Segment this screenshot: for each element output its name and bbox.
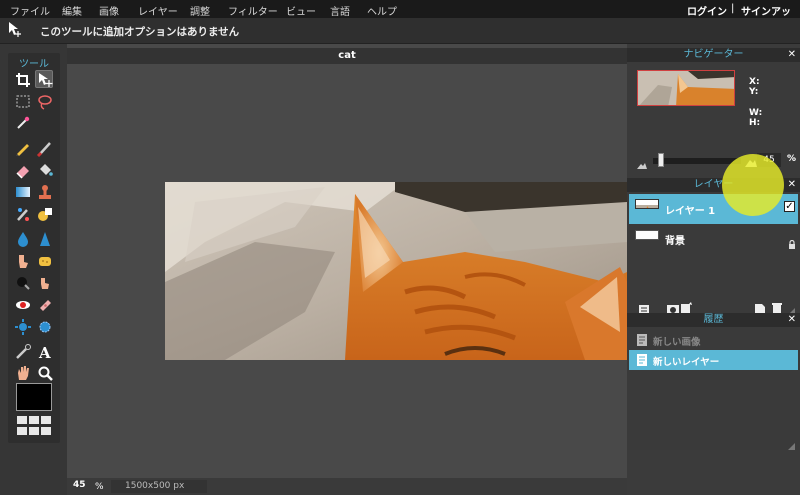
smudge-icon[interactable]: [14, 252, 32, 270]
red-eye-icon[interactable]: [14, 296, 32, 314]
close-icon[interactable]: ✕: [788, 178, 796, 192]
menu-view[interactable]: ビュー: [286, 3, 316, 18]
status-bar: 45 % 1500x500 px: [67, 478, 627, 495]
app-root: ファイル 編集 画像 レイヤー 調整 フィルター ビュー 言語 ヘルプ ログイン…: [0, 0, 800, 495]
burn-icon[interactable]: [14, 274, 32, 292]
new-layer-icon[interactable]: [755, 300, 765, 315]
navigator-title: ナビゲーター: [627, 48, 800, 62]
resize-grip-icon[interactable]: [787, 301, 795, 316]
account-separator: |: [731, 3, 735, 14]
right-dock-empty: [627, 450, 800, 495]
lock-icon: [788, 234, 796, 249]
svg-text:A: A: [38, 344, 51, 361]
zoom-out-mountain-icon[interactable]: [637, 155, 647, 169]
navigator-w-label: W:: [749, 108, 763, 118]
menu-edit[interactable]: 編集: [62, 3, 82, 18]
tool-panel-title: ツール: [19, 59, 49, 70]
bloat-icon[interactable]: [14, 318, 32, 336]
document-image[interactable]: [165, 182, 627, 360]
layer-mask-icon[interactable]: [667, 300, 679, 315]
move-tool-icon: [7, 21, 23, 39]
history-title: 履歴: [627, 313, 800, 327]
menu-filter[interactable]: フィルター: [228, 3, 278, 18]
layer-row[interactable]: 背景: [629, 224, 798, 254]
dodge-icon[interactable]: [36, 274, 54, 292]
color-picker-icon[interactable]: [14, 343, 32, 361]
pencil-icon[interactable]: [14, 139, 32, 157]
grid-cell: [41, 427, 51, 435]
menu-layer[interactable]: レイヤー: [138, 3, 178, 18]
grid-cell: [17, 416, 27, 424]
resize-grip-icon[interactable]: [787, 436, 795, 451]
grid-cell: [29, 416, 39, 424]
menu-bar: ファイル 編集 画像 レイヤー 調整 フィルター ビュー 言語 ヘルプ ログイン…: [0, 0, 800, 33]
marquee-icon[interactable]: [14, 93, 32, 111]
bucket-icon[interactable]: [36, 161, 54, 179]
image-dimensions: 1500x500 px: [111, 480, 207, 493]
zoom-unit: %: [95, 482, 104, 492]
history-item-label: 新しい画像: [653, 337, 701, 348]
layer-thumbnail: [635, 230, 659, 240]
history-doc-icon: [637, 353, 649, 367]
zoom-slider-thumb[interactable]: [658, 153, 665, 167]
navigator-x-label: X:: [749, 77, 760, 87]
lasso-icon[interactable]: [36, 93, 54, 111]
zoom-slider-track[interactable]: [653, 158, 741, 164]
zoom-icon[interactable]: [36, 364, 54, 382]
cursor-highlight: [722, 154, 784, 216]
close-icon[interactable]: ✕: [788, 313, 796, 327]
color-replace-icon[interactable]: [14, 205, 32, 223]
navigator-panel: ナビゲーター ✕ X: Y: W: H: 45 %: [627, 48, 800, 178]
menu-adjust[interactable]: 調整: [190, 3, 210, 18]
layer-name[interactable]: レイヤー 1: [665, 202, 715, 217]
menu-file[interactable]: ファイル: [10, 3, 50, 18]
pinch-icon[interactable]: [36, 318, 54, 336]
magic-wand-icon[interactable]: [14, 114, 32, 132]
menu-image[interactable]: 画像: [99, 3, 119, 18]
zoom-percent-unit: %: [787, 154, 797, 164]
layer-style-icon[interactable]: [681, 299, 693, 314]
history-panel: 履歴 ✕ 新しい画像 新しいレイヤー: [627, 313, 800, 451]
options-message: このツールに追加オプションはありません: [40, 26, 240, 38]
history-item-label: 新しいレイヤー: [653, 357, 720, 368]
hand-icon[interactable]: [14, 364, 32, 382]
history-item[interactable]: 新しい画像: [629, 330, 798, 350]
login-link[interactable]: ログイン: [687, 3, 727, 18]
zoom-field[interactable]: 45: [73, 480, 95, 493]
grid-cell: [17, 427, 27, 435]
history-doc-icon: [637, 333, 649, 347]
menu-language[interactable]: 言語: [330, 3, 350, 18]
delete-layer-icon[interactable]: [772, 299, 782, 314]
drawing-icon[interactable]: [36, 205, 54, 223]
eraser-icon[interactable]: [14, 161, 32, 179]
layer-name[interactable]: 背景: [665, 232, 685, 247]
layer-thumbnail: [635, 199, 659, 209]
blur-icon[interactable]: [14, 230, 32, 248]
history-item[interactable]: 新しいレイヤー: [629, 350, 798, 370]
sponge-icon[interactable]: [36, 252, 54, 270]
document-title: cat: [67, 48, 627, 64]
layer-visibility-checkbox[interactable]: ✓: [784, 201, 795, 212]
navigator-y-label: Y:: [749, 87, 759, 97]
layer-settings-icon[interactable]: [639, 300, 649, 315]
tool-panel: ツール A: [8, 53, 60, 443]
clone-stamp-icon[interactable]: [36, 183, 54, 201]
navigator-thumbnail[interactable]: [637, 70, 735, 106]
move-icon[interactable]: [35, 70, 53, 88]
options-bar: このツールに追加オプションはありません: [0, 18, 800, 44]
foreground-color-swatch[interactable]: [16, 383, 52, 411]
spot-heal-icon[interactable]: [36, 296, 54, 314]
type-icon[interactable]: A: [36, 343, 54, 362]
gradient-icon[interactable]: [14, 183, 32, 201]
menu-help[interactable]: ヘルプ: [367, 3, 397, 18]
navigator-h-label: H:: [749, 118, 761, 128]
crop-icon[interactable]: [14, 71, 32, 89]
grid-cell: [41, 416, 51, 424]
brush-icon[interactable]: [36, 139, 54, 158]
grid-cell: [29, 427, 39, 435]
sharpen-icon[interactable]: [36, 230, 54, 248]
close-icon[interactable]: ✕: [788, 48, 796, 62]
